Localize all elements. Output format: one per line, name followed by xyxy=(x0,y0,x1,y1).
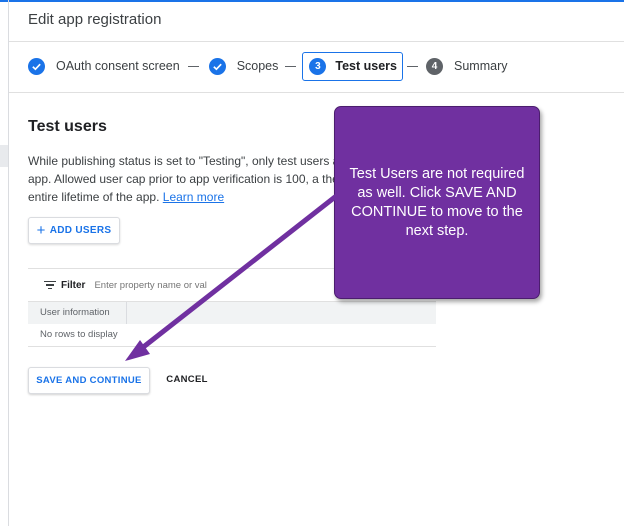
section-description: While publishing status is set to "Testi… xyxy=(28,152,368,206)
filter-label: Filter xyxy=(61,279,86,291)
step-label: Test users xyxy=(335,59,397,73)
left-rail-divider xyxy=(8,0,9,526)
add-users-button[interactable]: + ADD USERS xyxy=(28,217,120,244)
step-summary[interactable]: 4 Summary xyxy=(426,51,507,81)
step-label: Scopes xyxy=(236,59,279,73)
stepper: OAuth consent screen Scopes 3 Test users… xyxy=(28,50,507,82)
page-title: Edit app registration xyxy=(28,11,162,28)
callout-text: Test Users are not required as well. Cli… xyxy=(349,165,525,239)
step-label: Summary xyxy=(454,59,508,73)
save-and-continue-button[interactable]: SAVE AND CONTINUE xyxy=(28,367,150,394)
step-connector xyxy=(285,65,297,67)
step-number-badge: 3 xyxy=(309,57,327,75)
check-circle-icon xyxy=(208,57,226,75)
annotation-callout: Test Users are not required as well. Cli… xyxy=(334,106,540,299)
filter-input[interactable] xyxy=(94,279,315,291)
step-test-users[interactable]: 3 Test users xyxy=(302,51,403,81)
top-accent-bar xyxy=(0,0,624,2)
step-scopes[interactable]: Scopes xyxy=(208,51,279,81)
section-title: Test users xyxy=(28,118,107,135)
stepper-divider xyxy=(9,92,624,93)
step-oauth-consent-screen[interactable]: OAuth consent screen xyxy=(28,51,180,81)
step-connector xyxy=(407,65,418,67)
step-number-badge: 4 xyxy=(426,57,443,75)
title-divider xyxy=(9,41,624,42)
cancel-button[interactable]: CANCEL xyxy=(160,367,214,392)
plus-icon: + xyxy=(36,222,46,239)
filter-icon[interactable] xyxy=(44,280,56,290)
check-circle-icon xyxy=(28,57,45,75)
left-rail-highlight xyxy=(0,145,8,167)
step-label: OAuth consent screen xyxy=(56,59,180,73)
column-header-user-information[interactable]: User information xyxy=(28,302,127,324)
empty-table-message: No rows to display xyxy=(28,324,436,347)
step-connector xyxy=(187,65,199,67)
add-users-label: ADD USERS xyxy=(49,225,112,236)
table-header-row: User information xyxy=(28,301,436,324)
learn-more-link[interactable]: Learn more xyxy=(163,190,224,204)
